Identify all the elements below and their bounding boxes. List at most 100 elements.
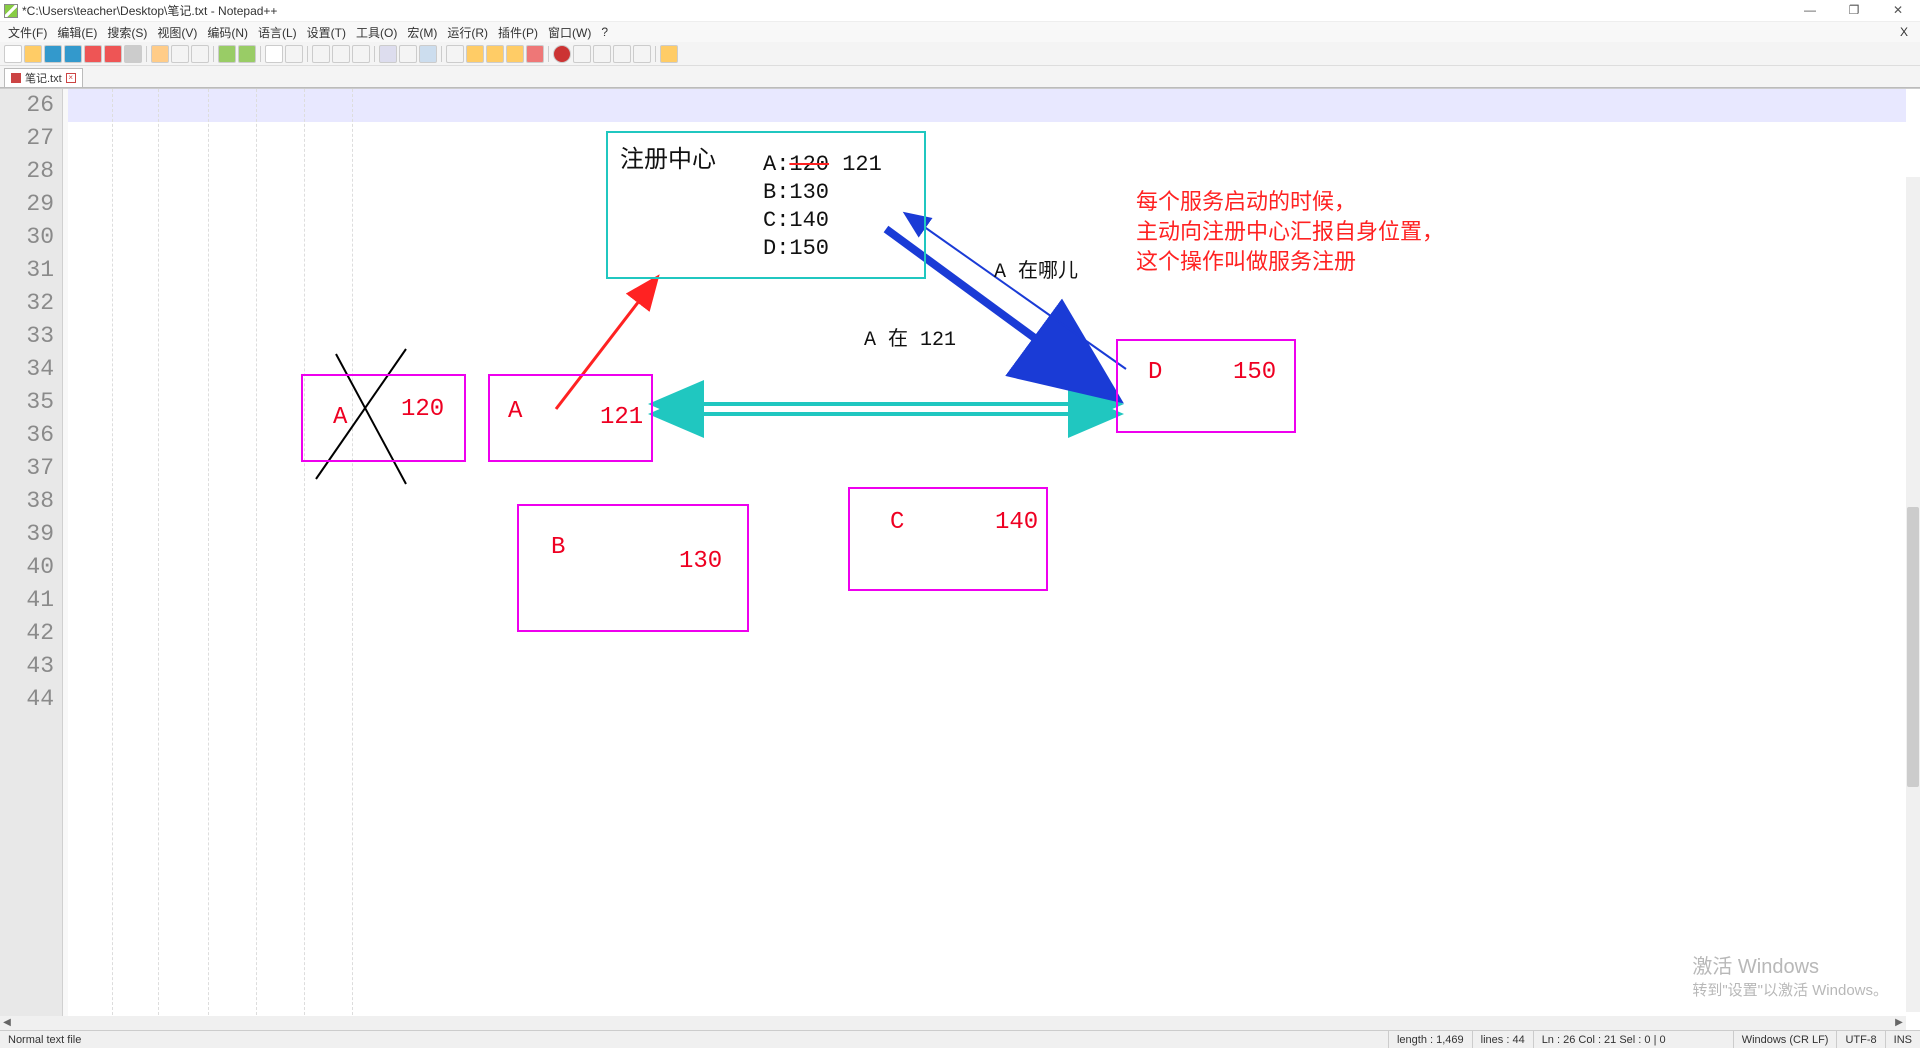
paste-icon[interactable]: [191, 45, 209, 63]
tab-label: 笔记.txt: [25, 70, 62, 86]
status-insert-mode[interactable]: INS: [1885, 1031, 1920, 1048]
menu-macro[interactable]: 宏(M): [403, 24, 441, 41]
scroll-right-icon[interactable]: ▶: [1892, 1016, 1906, 1030]
zoom-out-icon[interactable]: [332, 45, 350, 63]
window-title: *C:\Users\teacher\Desktop\笔记.txt - Notep…: [22, 2, 1788, 19]
sync-icon[interactable]: [352, 45, 370, 63]
toolbar-separator: [260, 46, 261, 62]
menubar: 文件(F) 编辑(E) 搜索(S) 视图(V) 编码(N) 语言(L) 设置(T…: [0, 22, 1920, 42]
replace-icon[interactable]: [285, 45, 303, 63]
indent-guide-icon[interactable]: [419, 45, 437, 63]
menubar-close-x[interactable]: X: [1896, 25, 1912, 39]
save-all-icon[interactable]: [64, 45, 82, 63]
monitor-icon[interactable]: [526, 45, 544, 63]
maximize-button[interactable]: ❐: [1832, 0, 1876, 22]
save-icon[interactable]: [44, 45, 62, 63]
redo-icon[interactable]: [238, 45, 256, 63]
wordwrap-icon[interactable]: [379, 45, 397, 63]
line-number: 44: [0, 683, 68, 716]
editor-content[interactable]: 注册中心 A:120 121 B:130 C:140 D:150 A 120 A…: [68, 89, 1906, 1030]
status-length: length : 1,469: [1388, 1031, 1472, 1048]
toolbar-separator: [307, 46, 308, 62]
menu-view[interactable]: 视图(V): [153, 24, 201, 41]
folder-icon[interactable]: [506, 45, 524, 63]
line-number: 39: [0, 518, 68, 551]
menu-help[interactable]: ?: [597, 25, 612, 39]
current-line-highlight: [68, 89, 1906, 122]
menu-window[interactable]: 窗口(W): [544, 24, 595, 41]
line-number: 42: [0, 617, 68, 650]
toolbar-separator: [548, 46, 549, 62]
service-a1-label: A: [333, 404, 347, 431]
scroll-left-icon[interactable]: ◀: [0, 1016, 14, 1030]
menu-search[interactable]: 搜索(S): [103, 24, 151, 41]
open-icon[interactable]: [24, 45, 42, 63]
service-c-box: C 140: [848, 487, 1048, 591]
menu-tools[interactable]: 工具(O): [352, 24, 401, 41]
close-all-icon[interactable]: [104, 45, 122, 63]
registry-title: 注册中心: [620, 139, 716, 175]
annotation-layer: 注册中心 A:120 121 B:130 C:140 D:150 A 120 A…: [136, 89, 1892, 1030]
scroll-track[interactable]: [14, 1016, 1892, 1030]
menu-settings[interactable]: 设置(T): [303, 24, 350, 41]
modified-file-icon: [11, 73, 21, 83]
registry-list: A:120 121 B:130 C:140 D:150: [763, 151, 882, 263]
editor[interactable]: 26 27 28 29 30 31 32 33 34 35 36 37 38 3…: [0, 88, 1920, 1030]
menu-run[interactable]: 运行(R): [443, 24, 492, 41]
toolbar-separator: [374, 46, 375, 62]
all-chars-icon[interactable]: [399, 45, 417, 63]
line-number: 29: [0, 188, 68, 221]
scroll-thumb[interactable]: [1907, 507, 1919, 787]
titlebar: *C:\Users\teacher\Desktop\笔记.txt - Notep…: [0, 0, 1920, 22]
status-eol[interactable]: Windows (CR LF): [1733, 1031, 1837, 1048]
line-number: 34: [0, 353, 68, 386]
play-multi-icon[interactable]: [613, 45, 631, 63]
service-d-box: D 150: [1116, 339, 1296, 433]
registry-row: B:130: [763, 179, 882, 207]
close-button[interactable]: ✕: [1876, 0, 1920, 22]
play-icon[interactable]: [593, 45, 611, 63]
stop-icon[interactable]: [573, 45, 591, 63]
service-b-label: B: [551, 534, 565, 561]
menu-plugins[interactable]: 插件(P): [494, 24, 542, 41]
line-number: 36: [0, 419, 68, 452]
save-macro-icon[interactable]: [633, 45, 651, 63]
copy-icon[interactable]: [171, 45, 189, 63]
record-icon[interactable]: [553, 45, 571, 63]
print-icon[interactable]: [124, 45, 142, 63]
line-number: 43: [0, 650, 68, 683]
toolbar-separator: [213, 46, 214, 62]
zoom-in-icon[interactable]: [312, 45, 330, 63]
menu-encoding[interactable]: 编码(N): [203, 24, 252, 41]
annotation-note: 每个服务启动的时候， 主动向注册中心汇报自身位置， 这个操作叫做服务注册: [1136, 189, 1444, 279]
undo-icon[interactable]: [218, 45, 236, 63]
service-d-label: D: [1148, 359, 1162, 386]
service-b-box: B 130: [517, 504, 749, 632]
line-number: 31: [0, 254, 68, 287]
minimize-button[interactable]: —: [1788, 0, 1832, 22]
label-question: A 在哪儿: [994, 254, 1078, 284]
tabstrip: 笔记.txt ×: [0, 66, 1920, 88]
service-c-label: C: [890, 509, 904, 536]
vertical-scrollbar[interactable]: [1906, 177, 1920, 1012]
menu-file[interactable]: 文件(F): [4, 24, 51, 41]
line-number: 30: [0, 221, 68, 254]
file-tab[interactable]: 笔记.txt ×: [4, 68, 83, 87]
menu-edit[interactable]: 编辑(E): [53, 24, 101, 41]
doc-map-icon[interactable]: [466, 45, 484, 63]
tab-close-icon[interactable]: ×: [66, 73, 76, 83]
registry-row: C:140: [763, 207, 882, 235]
menu-language[interactable]: 语言(L): [254, 24, 301, 41]
note-line: 这个操作叫做服务注册: [1136, 249, 1444, 279]
registry-row: D:150: [763, 235, 882, 263]
status-encoding[interactable]: UTF-8: [1836, 1031, 1884, 1048]
func-list-icon[interactable]: [486, 45, 504, 63]
find-icon[interactable]: [265, 45, 283, 63]
userlang-icon[interactable]: [446, 45, 464, 63]
horizontal-scrollbar[interactable]: ◀ ▶: [0, 1016, 1906, 1030]
new-file-icon[interactable]: [4, 45, 22, 63]
windows-activation-watermark: 激活 Windows 转到"设置"以激活 Windows。: [1692, 950, 1888, 1000]
close-file-icon[interactable]: [84, 45, 102, 63]
extra-icon[interactable]: [660, 45, 678, 63]
cut-icon[interactable]: [151, 45, 169, 63]
